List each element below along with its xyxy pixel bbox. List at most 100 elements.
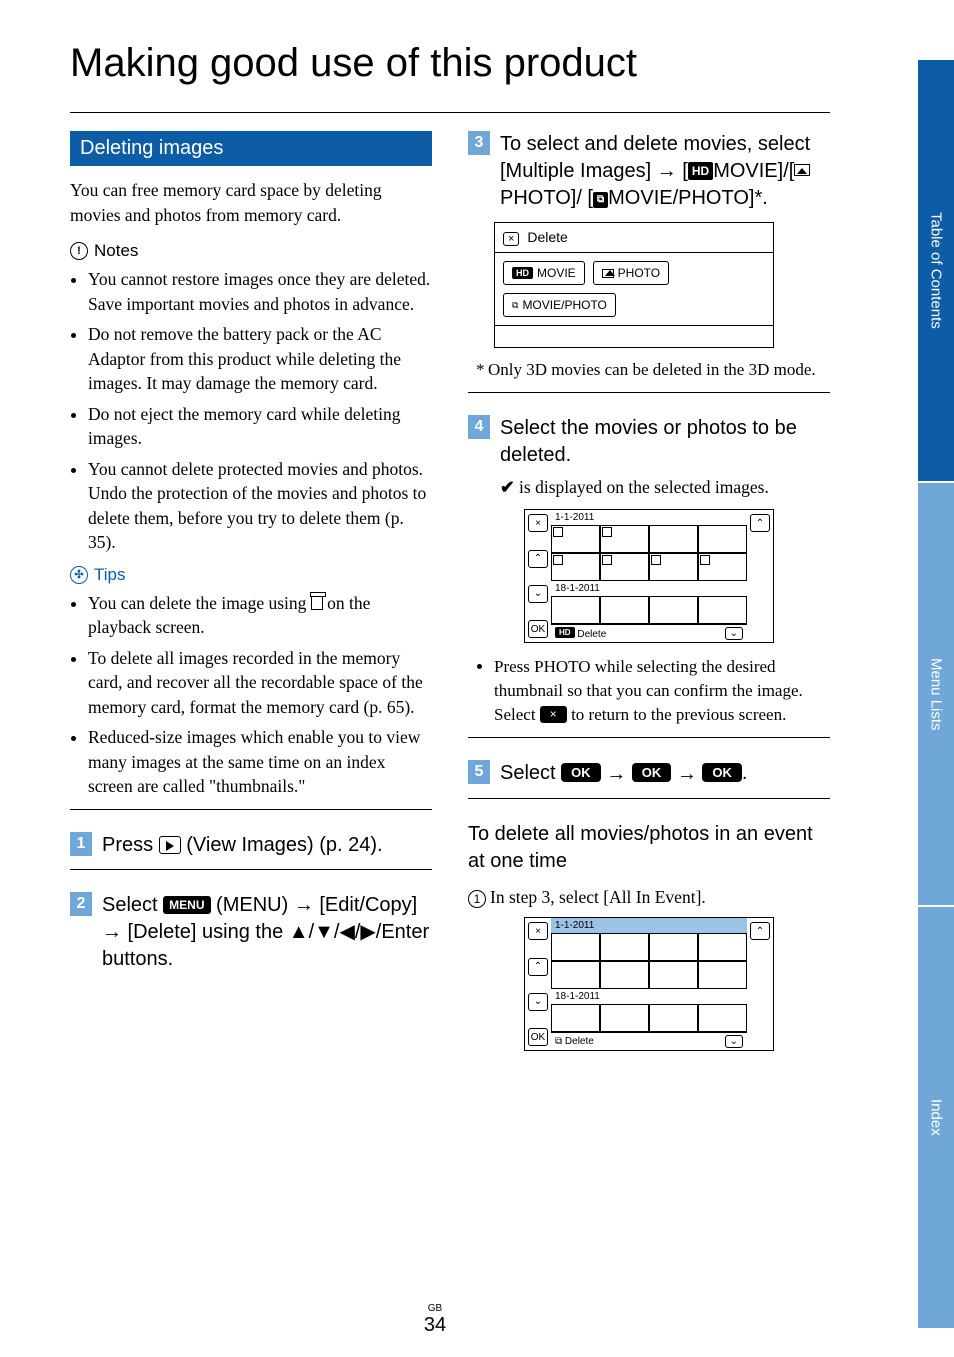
right-column: 3 To select and delete movies, select [M… (468, 131, 830, 1051)
tip-item: You can delete the image using on the pl… (88, 591, 432, 640)
section-heading: Deleting images (70, 131, 432, 166)
thumb-cell[interactable] (600, 961, 649, 989)
thumb-cell[interactable] (698, 525, 747, 553)
step-number: 4 (468, 415, 490, 439)
delete-panel: × Delete HDMOVIE PHOTO ⧉MOVIE/PHOTO (494, 222, 774, 348)
step-2: 2 Select MENU (MENU) → [Edit/Copy] → [De… (70, 892, 432, 973)
subsection-heading: To delete all movies/photos in an event … (468, 821, 830, 875)
divider (468, 737, 830, 738)
scroll-bottom-button[interactable]: ⌄ (725, 627, 743, 640)
thumb-cell[interactable] (698, 933, 747, 961)
notes-heading: ! Notes (70, 241, 432, 261)
divider (468, 392, 830, 393)
scroll-top-button[interactable]: ⌃ (750, 514, 770, 532)
date-label: 1-1-2011 (551, 918, 747, 933)
thumb-cell[interactable] (698, 961, 747, 989)
rule (70, 112, 830, 113)
thumbnail-screen-2: × ⌃ ⌄ OK 1-1-2011 (524, 917, 774, 1051)
step-text: Select MENU (MENU) → [Edit/Copy] → [Dele… (102, 892, 432, 973)
scroll-top-button[interactable]: ⌃ (750, 922, 770, 940)
hd-icon: HD (688, 162, 713, 180)
thumb-cell[interactable] (600, 553, 649, 581)
step-text: To select and delete movies, select [Mul… (500, 131, 830, 212)
step-text: Select OK → OK → OK. (500, 760, 747, 788)
date-label: 18-1-2011 (551, 989, 747, 1004)
ok-button[interactable]: OK (528, 1028, 548, 1046)
note-item: Do not eject the memory card while delet… (88, 402, 432, 451)
photo-icon (794, 164, 810, 176)
divider (70, 809, 432, 810)
thumb-cell[interactable] (649, 525, 698, 553)
thumb-cell[interactable] (551, 596, 600, 624)
thumb-cell[interactable] (649, 933, 698, 961)
photo-button[interactable]: PHOTO (593, 261, 669, 285)
step-number: 1 (70, 832, 92, 856)
down-button[interactable]: ⌄ (528, 585, 548, 603)
thumb-cell[interactable] (698, 596, 747, 624)
thumb-cell[interactable] (551, 553, 600, 581)
thumb-cell[interactable] (600, 596, 649, 624)
left-column: Deleting images You can free memory card… (70, 131, 432, 1051)
step4-tip: Press PHOTO while selecting the desired … (476, 655, 830, 726)
thumb-cell[interactable] (600, 933, 649, 961)
scroll-bottom-button[interactable]: ⌄ (725, 1035, 743, 1048)
up-button[interactable]: ⌃ (528, 958, 548, 976)
note-item: You cannot restore images once they are … (88, 267, 432, 316)
step-3: 3 To select and delete movies, select [M… (468, 131, 830, 212)
page-title: Making good use of this product (70, 40, 830, 86)
thumb-cell[interactable] (600, 525, 649, 553)
step-4: 4 Select the movies or photos to be dele… (468, 415, 830, 469)
thumb-cell[interactable] (649, 961, 698, 989)
tab-index[interactable]: Index (918, 907, 954, 1330)
movie-photo-button[interactable]: ⧉MOVIE/PHOTO (503, 293, 616, 317)
panel-header: × Delete (495, 223, 773, 252)
play-icon (159, 836, 181, 854)
movie-button[interactable]: HDMOVIE (503, 261, 585, 285)
note-item: Do not remove the battery pack or the AC… (88, 322, 432, 396)
step4-sub: ✔ is displayed on the selected images. (500, 475, 830, 500)
step-number: 2 (70, 892, 92, 916)
thumb-cell[interactable] (698, 1004, 747, 1032)
step-number: 5 (468, 760, 490, 784)
date-label: 1-1-2011 (551, 510, 747, 525)
date-label: 18-1-2011 (551, 581, 747, 596)
thumb-cell[interactable] (649, 1004, 698, 1032)
close-icon[interactable]: × (503, 232, 519, 246)
tips-icon: ✣ (70, 566, 88, 584)
substep: 1In step 3, select [All In Event]. (468, 885, 830, 910)
menu-icon: MENU (163, 896, 210, 914)
notes-icon: ! (70, 242, 88, 260)
note-item: You cannot delete protected movies and p… (88, 457, 432, 555)
footnote: *Only 3D movies can be deleted in the 3D… (476, 358, 830, 382)
movie-photo-icon: ⧉ (593, 192, 608, 208)
thumb-cell[interactable] (551, 525, 600, 553)
step-number: 3 (468, 131, 490, 155)
thumb-cell[interactable] (698, 553, 747, 581)
tip-item: To delete all images recorded in the mem… (88, 646, 432, 720)
tip-item: Press PHOTO while selecting the desired … (494, 655, 830, 726)
step-5: 5 Select OK → OK → OK. (468, 760, 830, 788)
divider (468, 798, 830, 799)
close-button[interactable]: × (528, 922, 548, 940)
step-1: 1 Press (View Images) (p. 24). (70, 832, 432, 859)
close-button[interactable]: × (528, 514, 548, 532)
thumb-cell[interactable] (600, 1004, 649, 1032)
check-icon: ✔ (500, 477, 515, 497)
tips-heading: ✣ Tips (70, 565, 432, 585)
thumb-cell[interactable] (649, 553, 698, 581)
down-button[interactable]: ⌄ (528, 993, 548, 1011)
step-text: Press (View Images) (p. 24). (102, 832, 383, 859)
notes-list: You cannot restore images once they are … (70, 267, 432, 555)
tab-menu-lists[interactable]: Menu Lists (918, 483, 954, 906)
thumb-cell[interactable] (551, 961, 600, 989)
circled-1-icon: 1 (468, 890, 486, 908)
ok-button[interactable]: OK (528, 620, 548, 638)
ok-icon: OK (561, 763, 601, 783)
thumb-cell[interactable] (551, 1004, 600, 1032)
up-button[interactable]: ⌃ (528, 550, 548, 568)
divider (70, 869, 432, 870)
tab-toc[interactable]: Table of Contents (918, 60, 954, 483)
thumb-cell[interactable] (551, 933, 600, 961)
page-number: GB 34 (0, 1303, 870, 1337)
thumb-cell[interactable] (649, 596, 698, 624)
